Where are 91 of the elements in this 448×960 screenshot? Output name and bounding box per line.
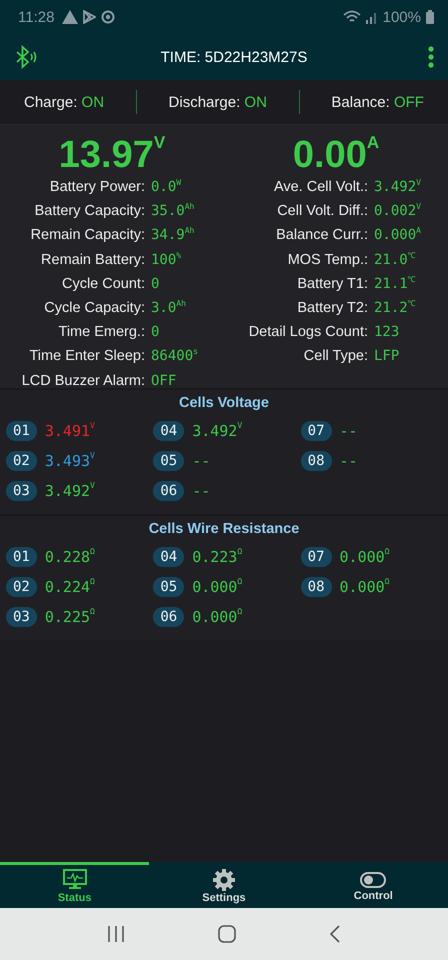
stat-label: Battery T1: [296,276,368,292]
cell-number: 02 [6,577,37,597]
cell-value: -- [192,482,210,500]
cell-value: 0.224$^{Ω}$ [44,578,95,596]
cell-value: -- [340,422,358,440]
cell-number: 07 [300,547,332,567]
switch-status: Balance: OFF [331,94,424,110]
stat-label: Battery Power: [48,179,145,196]
cell-value: 0.000$^{Ω}$ [192,578,242,596]
stat-label: Balance Curr.: [275,227,368,244]
uptime-title: TIME: 5D22H23M27S [160,48,308,66]
cell-number: 01 [6,547,37,567]
stat-label: Battery T2: [296,300,368,316]
gear-icon [212,869,235,891]
warning-icon [62,10,78,24]
stat-value: 34.9$^{Ah}$ [151,227,196,244]
cell-value: -- [340,452,358,470]
signal-icon [366,10,378,24]
stat-label: Remain Capacity: [30,227,145,244]
cell-number: 04 [153,421,184,441]
cell-value: 3.491$^{V}$ [44,422,95,440]
cell-value: 0.000$^{Ω}$ [192,608,242,626]
cell-value: 3.492$^{V}$ [192,422,242,440]
toggle-icon [360,871,386,889]
stat-value: 21.2$^{℃}$ [374,300,417,316]
battery-level-text: 100% [382,8,421,26]
cell-number: 05 [153,451,184,471]
stat-value: 21.0$^{℃}$ [374,252,417,268]
stat-value: OFF [151,372,178,389]
cell-number: 03 [6,481,37,501]
cell-value: 3.492$^{V}$ [44,482,95,500]
stat-label: Detail Logs Count: [248,324,368,340]
main-reading: 13.97$^{V}$ [58,135,166,175]
cell-value: 0.223$^{Ω}$ [192,548,242,566]
switch-status: Discharge: ON [168,94,267,110]
cell-number: 05 [153,577,184,597]
stat-label: Cell Type: [302,348,368,364]
cell-number: 06 [153,607,184,627]
stat-value: 0 [151,324,160,340]
stat-value: LFP [374,348,400,364]
recent-apps-icon[interactable] [106,925,125,943]
cell-number: 04 [153,547,184,567]
back-icon[interactable] [329,925,342,943]
sync-icon [101,10,116,24]
section-title: Cells Wire Resistance [148,520,300,539]
stat-value: 0.002$^{V}$ [374,203,422,220]
wifi-icon [342,10,361,24]
stat-value: 3.0$^{Ah}$ [151,300,187,316]
stat-value: 100$^{%}$ [151,252,182,268]
cell-number: 03 [6,607,37,627]
stat-value: 0.0$^{W}$ [151,179,182,196]
stat-label: Battery Capacity: [34,203,145,220]
nav-tab[interactable]: Settings [149,862,299,908]
stat-label: LCD Buzzer Alarm: [20,372,145,389]
cell-number: 01 [6,421,37,441]
switch-status: Charge: ON [24,94,104,110]
stat-label: Cycle Count: [60,276,145,292]
play-store-icon [83,10,96,24]
cell-number: 06 [153,481,184,501]
stat-label: Remain Battery: [40,252,145,268]
stat-value: 3.492$^{V}$ [374,179,422,196]
cell-value: 3.493$^{V}$ [44,452,95,470]
stat-value: 35.0$^{Ah}$ [151,203,196,220]
stat-label: MOS Temp.: [286,252,368,268]
cell-value: 0.225$^{Ω}$ [44,608,95,626]
cell-number: 02 [6,451,37,471]
cell-value: -- [192,452,210,470]
stat-label: Cell Volt. Diff.: [276,203,368,220]
cell-value: 0.000$^{Ω}$ [340,548,390,566]
stat-label: Time Emerg.: [58,324,145,340]
stat-value: 123 [374,324,400,340]
home-icon[interactable] [218,925,236,943]
clock-time: 11:28 [18,8,54,26]
stat-label: Cycle Capacity: [43,300,145,316]
stat-label: Time Enter Sleep: [28,348,145,364]
cell-number: 08 [300,451,332,471]
more-menu-icon[interactable] [428,46,434,68]
cell-value: 0.000$^{Ω}$ [340,578,390,596]
main-reading: 0.00$^{A}$ [292,135,380,175]
stat-value: 21.1$^{℃}$ [374,276,417,292]
cell-value: 0.228$^{Ω}$ [44,548,95,566]
stat-label: Ave. Cell Volt.: [272,179,368,196]
stat-value: 0 [151,276,160,292]
monitor-icon [62,869,87,891]
cell-number: 08 [300,577,332,597]
stat-value: 0.000$^{A}$ [374,227,422,244]
battery-icon [426,10,434,24]
section-title: Cells Voltage [178,394,270,413]
nav-tab[interactable]: Control [298,862,448,908]
stat-value: 86400$^{s}$ [151,348,199,364]
cell-number: 07 [300,421,332,441]
